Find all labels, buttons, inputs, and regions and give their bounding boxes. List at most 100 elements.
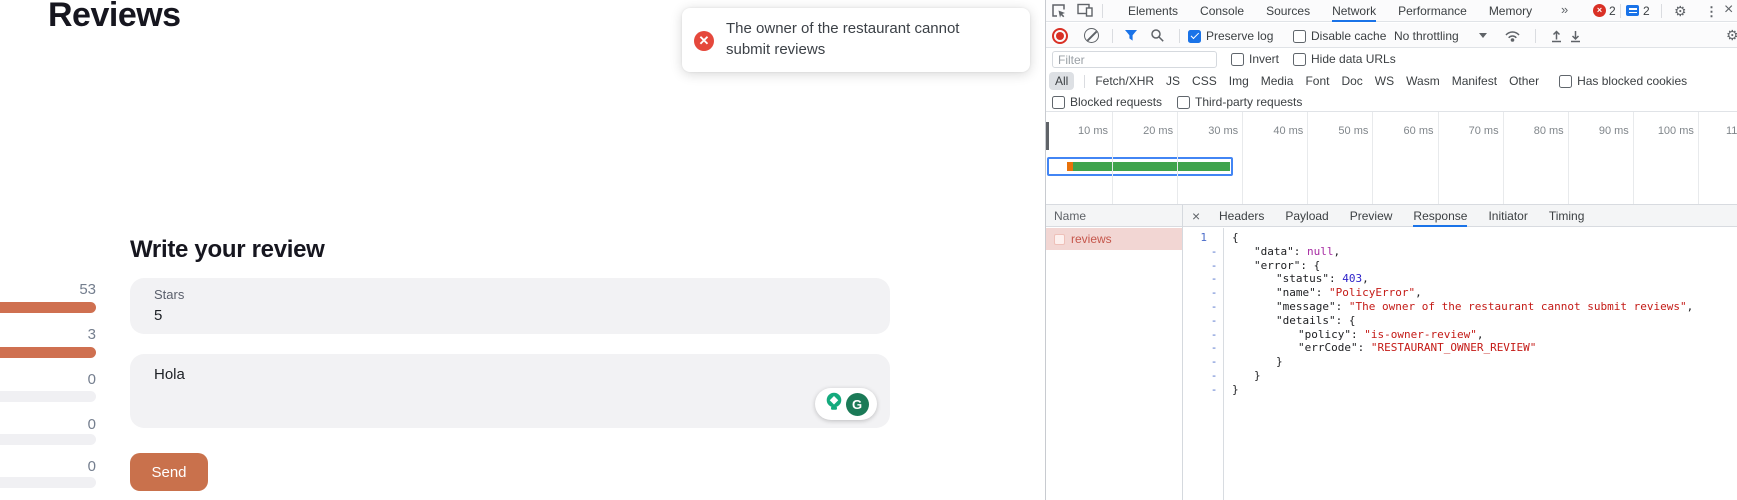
dropdown-caret-icon[interactable] xyxy=(1479,33,1487,38)
detail-tab-preview[interactable]: Preview xyxy=(1350,205,1393,227)
type-chip-font[interactable]: Font xyxy=(1305,72,1329,90)
line-number xyxy=(1183,341,1207,355)
throttling-dropdown[interactable]: No throttling xyxy=(1394,29,1459,43)
network-timeline-overview[interactable]: 10 ms20 ms30 ms40 ms50 ms60 ms70 ms80 ms… xyxy=(1046,112,1737,205)
timeline-label: 90 ms xyxy=(1563,125,1629,137)
inspect-element-icon[interactable] xyxy=(1051,3,1066,18)
devtools-tab-console[interactable]: Console xyxy=(1200,0,1244,22)
export-har-icon[interactable] xyxy=(1568,28,1583,43)
import-har-icon[interactable] xyxy=(1549,28,1564,43)
devtools-tab-memory[interactable]: Memory xyxy=(1489,0,1532,22)
rating-count: 3 xyxy=(0,327,96,342)
fold-marker[interactable]: - xyxy=(1207,286,1221,300)
detail-tab-headers[interactable]: Headers xyxy=(1219,205,1264,227)
more-filters-row: Blocked requests Third-party requests xyxy=(1046,92,1737,112)
device-toolbar-icon[interactable] xyxy=(1077,3,1093,17)
grammarly-suggestion-icon[interactable] xyxy=(824,391,844,418)
network-conditions-icon[interactable] xyxy=(1504,28,1521,43)
disable-cache-checkbox[interactable]: Disable cache xyxy=(1293,29,1386,43)
devtools-tab-performance[interactable]: Performance xyxy=(1398,0,1467,22)
fold-marker[interactable]: - xyxy=(1207,383,1221,397)
devtools-panel: Elements Console Sources Network Performance… xyxy=(1045,0,1737,500)
fold-marker[interactable]: - xyxy=(1207,314,1221,328)
type-chip-img[interactable]: Img xyxy=(1229,72,1249,90)
blocked-requests-checkbox[interactable]: Blocked requests xyxy=(1052,95,1162,109)
type-chip-manifest[interactable]: Manifest xyxy=(1452,72,1497,90)
checkbox-unchecked[interactable] xyxy=(1052,96,1065,109)
type-chip-wasm[interactable]: Wasm xyxy=(1406,72,1440,90)
type-chip-css[interactable]: CSS xyxy=(1192,72,1217,90)
error-count-badge[interactable]: × xyxy=(1593,4,1606,17)
devtools-tab-sources[interactable]: Sources xyxy=(1266,0,1310,22)
hide-data-urls-checkbox[interactable]: Hide data URLs xyxy=(1293,52,1396,66)
preserve-log-checkbox[interactable]: Preserve log xyxy=(1188,29,1273,43)
stars-field[interactable]: Stars 5 xyxy=(130,278,890,334)
line-number xyxy=(1183,314,1207,328)
detail-tab-response[interactable]: Response xyxy=(1413,205,1467,227)
request-detail-pane: × Headers Payload Preview Response Initiator… xyxy=(1183,205,1737,500)
page-title: Reviews xyxy=(48,0,181,35)
third-party-requests-checkbox[interactable]: Third-party requests xyxy=(1177,95,1302,109)
checkbox-unchecked[interactable] xyxy=(1177,96,1190,109)
more-tabs-chevron[interactable]: » xyxy=(1561,2,1568,17)
fold-marker[interactable]: - xyxy=(1207,355,1221,369)
kebab-menu-icon[interactable]: ⋮ xyxy=(1705,4,1718,20)
timeline-label: 30 ms xyxy=(1172,125,1238,137)
grammarly-widget[interactable]: G xyxy=(815,388,877,420)
timeline-selection-window[interactable] xyxy=(1047,157,1233,176)
rating-count: 0 xyxy=(0,459,96,474)
search-icon[interactable] xyxy=(1150,28,1165,43)
type-chip-media[interactable]: Media xyxy=(1261,72,1294,90)
invert-checkbox[interactable]: Invert xyxy=(1231,52,1279,66)
fold-marker[interactable] xyxy=(1207,231,1221,245)
type-chip-fetch-xhr[interactable]: Fetch/XHR xyxy=(1095,72,1154,90)
settings-gear-icon[interactable]: ⚙ xyxy=(1674,4,1687,18)
fold-marker[interactable]: - xyxy=(1207,245,1221,259)
type-chip-all[interactable]: All xyxy=(1049,72,1074,90)
fold-marker[interactable]: - xyxy=(1207,341,1221,355)
send-button[interactable]: Send xyxy=(130,453,208,491)
close-devtools-icon[interactable]: × xyxy=(1724,3,1733,17)
response-json[interactable]: {"data": null,"error": {"status": 403,"n… xyxy=(1225,228,1737,500)
fold-marker[interactable]: - xyxy=(1207,259,1221,273)
close-detail-icon[interactable]: × xyxy=(1192,208,1200,224)
detail-tab-initiator[interactable]: Initiator xyxy=(1488,205,1527,227)
line-number xyxy=(1183,300,1207,314)
toast-notification[interactable]: ✕ The owner of the restaurant cannot sub… xyxy=(682,8,1030,72)
rating-count: 0 xyxy=(0,372,96,387)
clear-network-log-icon[interactable] xyxy=(1084,28,1099,43)
fold-marker[interactable]: - xyxy=(1207,300,1221,314)
checkbox-checked[interactable] xyxy=(1188,30,1201,43)
request-row-reviews[interactable]: reviews xyxy=(1046,228,1182,250)
toast-message: The owner of the restaurant cannot submi… xyxy=(726,18,959,60)
detail-tab-timing[interactable]: Timing xyxy=(1549,205,1585,227)
name-column-header[interactable]: Name xyxy=(1046,205,1182,227)
filter-input[interactable] xyxy=(1052,51,1217,68)
checkbox-unchecked[interactable] xyxy=(1293,30,1306,43)
fold-marker[interactable]: - xyxy=(1207,272,1221,286)
fold-marker[interactable]: - xyxy=(1207,369,1221,383)
checkbox-unchecked[interactable] xyxy=(1231,53,1244,66)
network-settings-gear-icon[interactable]: ⚙ xyxy=(1726,28,1737,42)
divider xyxy=(1620,4,1621,18)
devtools-tab-network[interactable]: Network xyxy=(1332,0,1376,22)
record-network-log-icon[interactable] xyxy=(1052,28,1068,44)
fold-marker[interactable]: - xyxy=(1207,328,1221,342)
grammarly-g-icon[interactable]: G xyxy=(846,393,869,416)
json-line: { xyxy=(1232,231,1737,245)
checkbox-unchecked[interactable] xyxy=(1559,75,1572,88)
detail-tab-payload[interactable]: Payload xyxy=(1285,205,1328,227)
code-gutter: 1----------- xyxy=(1183,228,1224,500)
type-chip-doc[interactable]: Doc xyxy=(1341,72,1362,90)
review-textarea[interactable]: Hola G xyxy=(130,354,890,428)
issues-icon[interactable] xyxy=(1626,5,1639,16)
rating-bar xyxy=(0,434,96,445)
devtools-tab-elements[interactable]: Elements xyxy=(1128,0,1178,22)
type-chip-js[interactable]: JS xyxy=(1166,72,1180,90)
has-blocked-cookies-checkbox[interactable]: Has blocked cookies xyxy=(1559,74,1687,88)
checkbox-unchecked[interactable] xyxy=(1293,53,1306,66)
type-chip-ws[interactable]: WS xyxy=(1375,72,1394,90)
line-number xyxy=(1183,355,1207,369)
type-chip-other[interactable]: Other xyxy=(1509,72,1539,90)
filter-funnel-icon[interactable] xyxy=(1124,29,1138,42)
